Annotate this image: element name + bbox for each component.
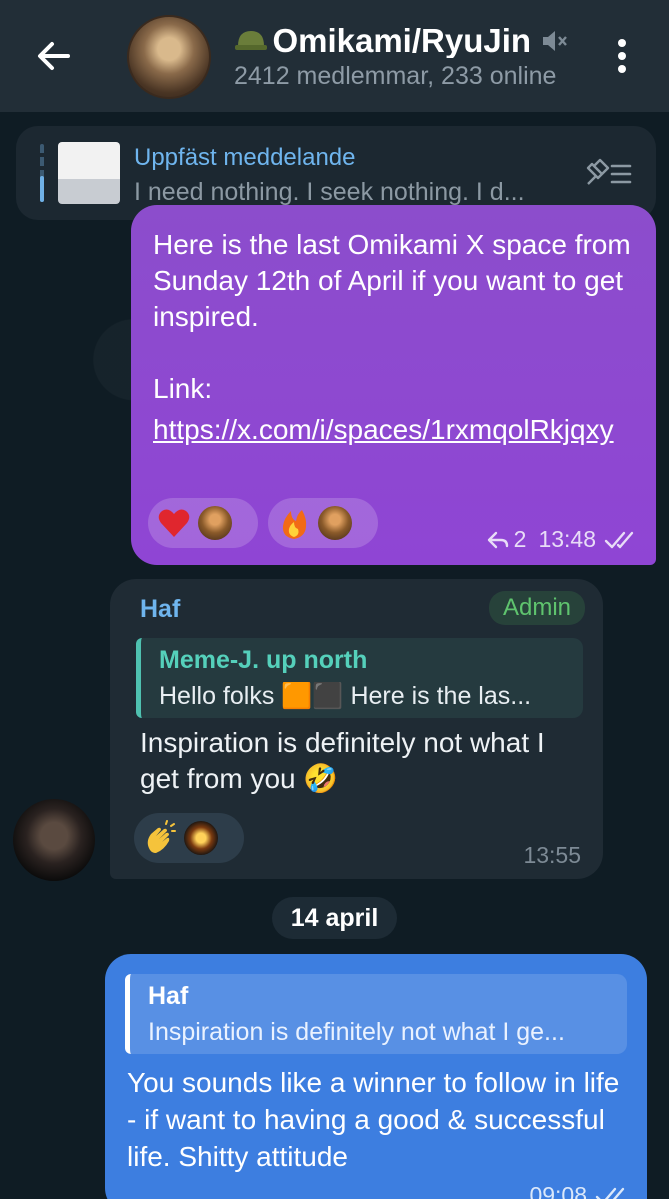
outgoing-message[interactable]: Here is the last Omikami X space from Su… [131, 205, 656, 565]
sender-avatar[interactable] [13, 799, 95, 881]
chat-title-row[interactable]: Omikami/RyuJin [234, 22, 574, 58]
mute-icon [543, 31, 567, 51]
quote-author: Haf [148, 982, 189, 1010]
message-text: Inspiration is definitely not what I get… [140, 727, 545, 794]
quote-text: Hello folks 🟧⬛ Here is the las... [159, 682, 532, 710]
message-time: 13:48 [538, 526, 596, 552]
back-arrow-icon [38, 42, 70, 70]
message-text: You sounds like a winner to follow in li… [127, 1067, 620, 1172]
clap-icon [147, 820, 176, 853]
message-time: 13:55 [523, 842, 581, 868]
member-count: 2412 medlemmar, 233 online [234, 62, 557, 90]
double-check-icon [604, 531, 634, 548]
reply-count-value: 2 [513, 526, 527, 552]
double-check-icon [595, 1187, 625, 1199]
more-vert-icon [618, 39, 626, 47]
admin-badge: Admin [488, 591, 585, 625]
message-text: Here is the last Omikami X space from Su… [153, 229, 631, 404]
reactor-avatar [198, 506, 232, 540]
reply-quote[interactable]: Meme-J. up north Hello folks 🟧⬛ Here is … [136, 638, 583, 718]
reply-icon [487, 531, 508, 548]
pinned-text: I need nothing. I seek nothing. I d... [134, 178, 525, 206]
reaction-heart[interactable] [148, 498, 258, 548]
message-meta: 2 13:48 [486, 526, 638, 553]
quote-author: Meme-J. up north [159, 646, 368, 674]
incoming-message[interactable]: Haf Admin Meme-J. up north Hello folks 🟧… [110, 579, 603, 879]
reaction-fire[interactable] [268, 498, 378, 548]
more-options-button[interactable] [606, 36, 638, 78]
chat-title: Omikami/RyuJin [272, 22, 532, 58]
reply-count[interactable]: 2 [486, 526, 527, 553]
message-link[interactable]: https://x.com/i/spaces/1rxmqolRkjqxy [153, 412, 614, 448]
fire-icon [282, 510, 307, 539]
helmet-emoji-icon [235, 31, 267, 50]
reply-quote[interactable]: Haf Inspiration is definitely not what I… [125, 974, 627, 1054]
chat-header: Omikami/RyuJin 2412 medlemmar, 233 onlin… [0, 0, 669, 112]
heart-icon [158, 509, 190, 537]
quote-text: Inspiration is definitely not what I ge.… [148, 1018, 565, 1046]
message-time: 09:08 [529, 1182, 587, 1199]
sender-name[interactable]: Haf [140, 595, 180, 624]
pinned-thumbnail [58, 142, 120, 204]
pinned-title: Uppfäst meddelande [134, 144, 356, 171]
date-separator: 14 april [272, 897, 397, 939]
reactor-avatar [184, 821, 218, 855]
pin-list-icon[interactable] [582, 158, 634, 190]
outgoing-message[interactable]: Haf Inspiration is definitely not what I… [105, 954, 647, 1199]
reaction-clap[interactable] [134, 813, 244, 863]
group-avatar[interactable] [127, 15, 211, 99]
back-button[interactable] [30, 32, 78, 80]
message-meta: 09:08 [529, 1182, 629, 1199]
pinned-index-indicator [40, 176, 44, 202]
reactor-avatar [318, 506, 352, 540]
